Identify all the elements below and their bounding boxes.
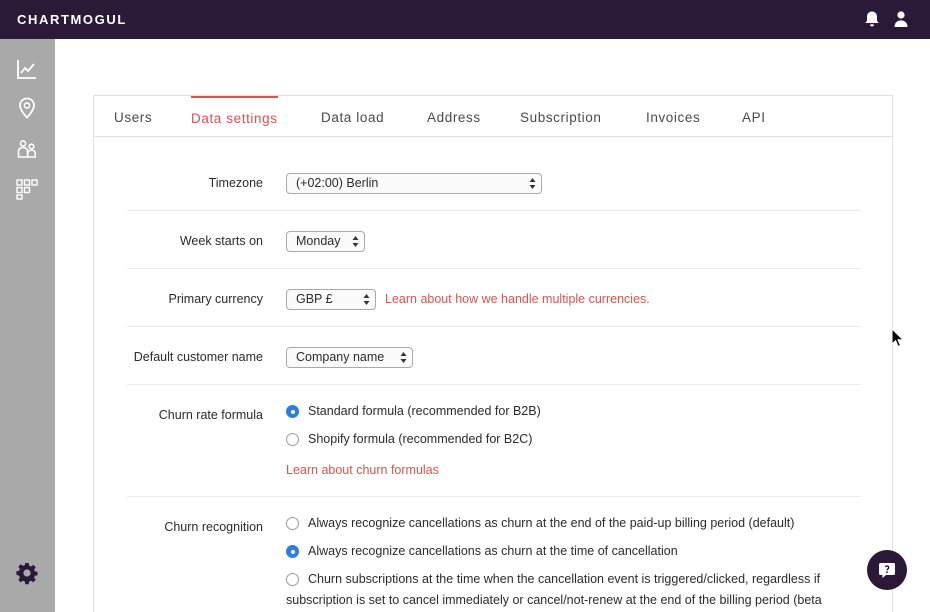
divider xyxy=(127,326,861,327)
currency-label: Primary currency xyxy=(168,292,263,306)
app-logo[interactable]: CHARTMOGUL xyxy=(17,12,127,27)
top-bar: CHARTMOGUL xyxy=(0,0,930,39)
customer-name-label: Default customer name xyxy=(133,350,263,364)
select-arrows-icon xyxy=(352,236,359,247)
churn-recognition-at-cancellation-radio[interactable] xyxy=(286,545,299,558)
churn-recognition-end-period-radio[interactable] xyxy=(286,517,299,530)
churn-formula-help-link[interactable]: Learn about churn formulas xyxy=(286,463,439,477)
mouse-cursor-icon xyxy=(891,328,903,347)
currency-help-link[interactable]: Learn about how we handle multiple curre… xyxy=(385,292,650,306)
tab-users[interactable]: Users xyxy=(114,96,152,137)
customers-icon[interactable] xyxy=(15,137,39,161)
timezone-select[interactable]: (+02:00) Berlin xyxy=(286,173,542,194)
tab-api[interactable]: API xyxy=(742,96,766,137)
churn-recognition-end-period-label[interactable]: Always recognize cancellations as churn … xyxy=(308,516,794,530)
churn-formula-standard-label[interactable]: Standard formula (recommended for B2B) xyxy=(308,404,541,418)
tab-invoices[interactable]: Invoices xyxy=(646,96,700,137)
divider xyxy=(127,210,861,211)
churn-formula-label: Churn rate formula xyxy=(158,408,263,422)
tab-address[interactable]: Address xyxy=(427,96,481,137)
user-icon[interactable] xyxy=(891,9,911,29)
tab-bar: Users Data settings Data load Address Su… xyxy=(94,96,892,137)
churn-recognition-on-trigger-radio[interactable] xyxy=(286,573,299,586)
week-start-select[interactable]: Monday xyxy=(286,231,365,252)
tab-data-settings[interactable]: Data settings xyxy=(191,96,278,137)
sidebar xyxy=(0,39,55,612)
churn-recognition-on-trigger-label[interactable]: Churn subscriptions at the time when the… xyxy=(308,572,820,586)
churn-recognition-at-cancellation-label[interactable]: Always recognize cancellations as churn … xyxy=(308,544,678,558)
select-arrows-icon xyxy=(400,352,407,363)
help-chat-button[interactable] xyxy=(867,550,907,590)
churn-formula-shopify-label[interactable]: Shopify formula (recommended for B2C) xyxy=(308,432,532,446)
divider xyxy=(127,268,861,269)
churn-formula-shopify-radio[interactable] xyxy=(286,433,299,446)
currency-select[interactable]: GBP £ xyxy=(286,289,376,310)
bell-icon[interactable] xyxy=(862,9,882,29)
tab-data-load[interactable]: Data load xyxy=(321,96,384,137)
churn-formula-standard-radio[interactable] xyxy=(286,405,299,418)
currency-value: GBP £ xyxy=(296,292,333,306)
timezone-value: (+02:00) Berlin xyxy=(296,176,379,190)
settings-card: Users Data settings Data load Address Su… xyxy=(93,95,893,612)
churn-recognition-label: Churn recognition xyxy=(164,520,263,534)
divider xyxy=(127,496,861,497)
select-arrows-icon xyxy=(529,178,536,189)
select-arrows-icon xyxy=(363,294,370,305)
customer-name-select[interactable]: Company name xyxy=(286,347,413,368)
gear-icon[interactable] xyxy=(15,561,39,585)
location-pin-icon[interactable] xyxy=(15,96,39,120)
week-start-value: Monday xyxy=(296,234,341,248)
week-start-label: Week starts on xyxy=(179,234,263,248)
customer-name-value: Company name xyxy=(296,350,385,364)
churn-recognition-on-trigger-label-cont: subscription is set to cancel immediatel… xyxy=(286,593,822,607)
divider xyxy=(127,384,861,385)
segments-grid-icon[interactable] xyxy=(15,177,39,201)
chat-question-icon xyxy=(879,563,895,578)
chart-icon[interactable] xyxy=(15,57,39,81)
tab-subscription[interactable]: Subscription xyxy=(520,96,602,137)
timezone-label: Timezone xyxy=(208,176,263,190)
